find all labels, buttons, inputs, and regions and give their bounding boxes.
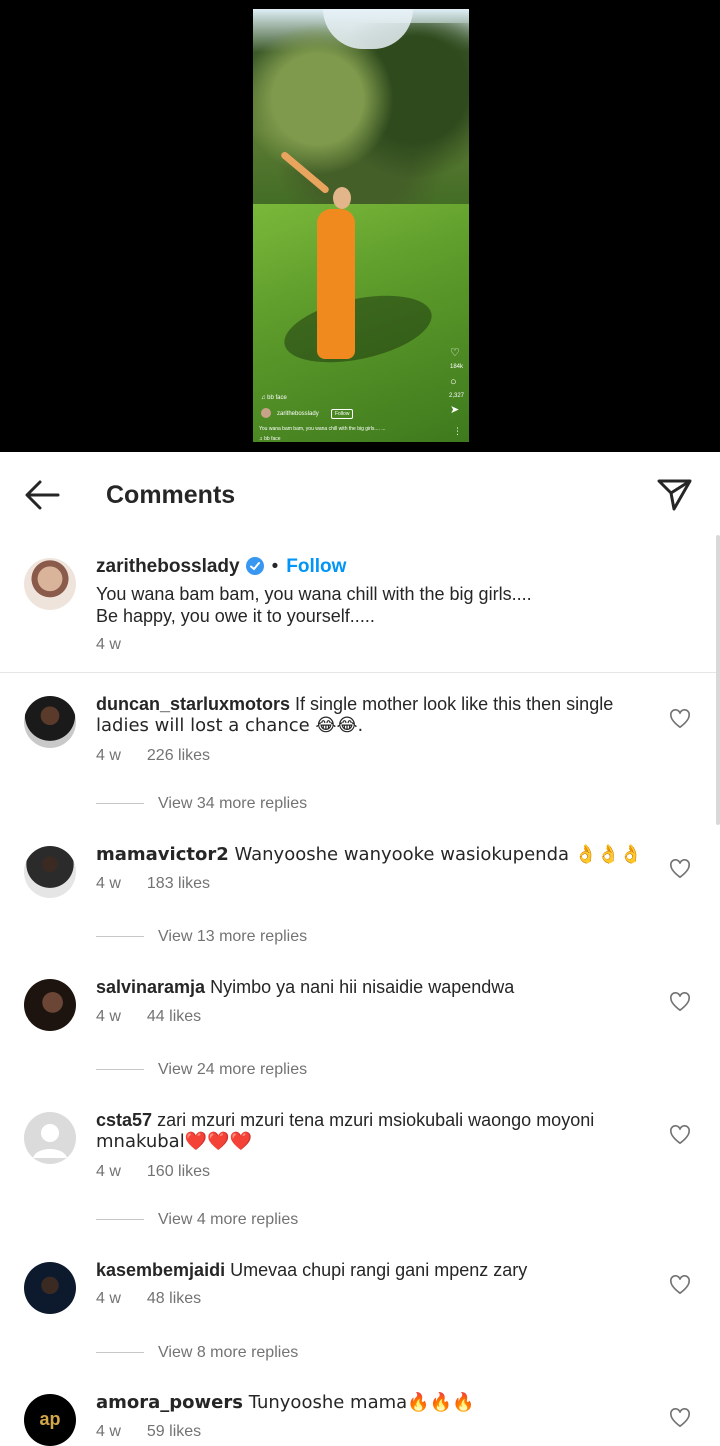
comment-text: csta57 zari mzuri mzuri tena mzuri msiok… bbox=[96, 1109, 594, 1131]
comment-text: salvinaramja Nyimbo ya nani hii nisaidie… bbox=[96, 976, 514, 998]
svg-text:ap: ap bbox=[39, 1409, 60, 1429]
comment-text-line-2: mnakubal❤️❤️❤️ bbox=[96, 1131, 252, 1152]
replies-label[interactable]: View 8 more replies bbox=[158, 1344, 298, 1361]
comment-likes[interactable]: 48 likes bbox=[147, 1290, 201, 1307]
comment-likes[interactable]: 59 likes bbox=[147, 1423, 201, 1440]
video-like-icon[interactable]: ♡ bbox=[450, 348, 460, 359]
video-audio-bottom: ♫ bb face bbox=[259, 436, 281, 442]
comment-text: duncan_starluxmotors If single mother lo… bbox=[96, 693, 613, 715]
comment-body: zari mzuri mzuri tena mzuri msiokubali w… bbox=[152, 1110, 595, 1130]
video-avatar[interactable] bbox=[261, 408, 271, 418]
comment-body: Wanyooshe wanyooke wasiokupenda 👌👌👌 bbox=[228, 844, 642, 865]
avatar[interactable] bbox=[24, 1112, 76, 1164]
comment-username[interactable]: salvinaramja bbox=[96, 977, 205, 997]
caption-username[interactable]: zarithebosslady bbox=[96, 556, 240, 577]
replies-label[interactable]: View 4 more replies bbox=[158, 1211, 298, 1228]
comment-meta: 4 w 48 likes bbox=[96, 1290, 201, 1308]
avatar[interactable] bbox=[24, 979, 76, 1031]
caption-line-2: Be happy, you owe it to yourself..... bbox=[96, 606, 375, 626]
follow-button[interactable]: Follow bbox=[286, 556, 346, 577]
caption-dot: • bbox=[271, 556, 279, 577]
video-dancer bbox=[279, 150, 375, 369]
replies-line bbox=[96, 936, 144, 938]
comment-likes[interactable]: 44 likes bbox=[147, 1008, 201, 1025]
video-follow-button[interactable]: Follow bbox=[331, 409, 354, 419]
comment-meta: 4 w 44 likes bbox=[96, 1008, 201, 1026]
replies-label[interactable]: View 34 more replies bbox=[158, 795, 307, 812]
replies-line bbox=[96, 803, 144, 805]
share-send-icon[interactable] bbox=[654, 474, 694, 514]
video-more-icon[interactable]: ⋮ bbox=[453, 427, 462, 436]
comment-body: Nyimbo ya nani hii nisaidie wapendwa bbox=[205, 977, 515, 997]
heart-icon[interactable] bbox=[669, 1408, 691, 1428]
comment-meta: 4 w 226 likes bbox=[96, 747, 210, 765]
comment-meta: 4 w 160 likes bbox=[96, 1163, 210, 1181]
replies-line bbox=[96, 1069, 144, 1071]
comment-time: 4 w bbox=[96, 1290, 121, 1307]
video-like-count: 184k bbox=[450, 364, 464, 370]
comment-text: mamavictor2 Wanyooshe wanyooke wasiokupe… bbox=[96, 844, 642, 866]
comment-text: kasembemjaidi Umevaa chupi rangi gani mp… bbox=[96, 1259, 527, 1281]
avatar[interactable] bbox=[24, 696, 76, 748]
replies-label[interactable]: View 13 more replies bbox=[158, 928, 307, 945]
comment-username[interactable]: kasembemjaidi bbox=[96, 1260, 225, 1280]
replies-line bbox=[96, 1219, 144, 1221]
back-arrow-icon[interactable] bbox=[22, 477, 62, 513]
view-replies-link[interactable]: View 24 more replies bbox=[96, 1061, 307, 1079]
comment-username[interactable]: csta57 bbox=[96, 1110, 152, 1130]
heart-icon[interactable] bbox=[669, 992, 691, 1012]
video-comment-count: 2,327 bbox=[449, 393, 465, 399]
heart-icon[interactable] bbox=[669, 1275, 691, 1295]
comment-meta: 4 w 183 likes bbox=[96, 875, 210, 893]
comment-time: 4 w bbox=[96, 1423, 121, 1440]
default-avatar-icon bbox=[33, 1124, 67, 1158]
heart-icon[interactable] bbox=[669, 1125, 691, 1145]
reel-video[interactable]: ♡ 184k ○ 2,327 ➤ ⋮ ♫ bb face zaritheboss… bbox=[253, 9, 469, 442]
comment-time: 4 w bbox=[96, 875, 121, 892]
video-caption: You wana bam bam, you wana chill with th… bbox=[259, 426, 386, 432]
page-title: Comments bbox=[106, 481, 236, 509]
comment-time: 4 w bbox=[96, 747, 121, 764]
replies-label[interactable]: View 24 more replies bbox=[158, 1061, 307, 1078]
comment-likes[interactable]: 160 likes bbox=[147, 1163, 210, 1180]
comment-body: Umevaa chupi rangi gani mpenz zary bbox=[225, 1260, 528, 1280]
caption-time: 4 w bbox=[96, 636, 121, 653]
video-username[interactable]: zarithebosslady bbox=[277, 411, 319, 417]
view-replies-link[interactable]: View 13 more replies bbox=[96, 928, 307, 946]
caption-avatar[interactable] bbox=[24, 558, 76, 610]
replies-line bbox=[96, 1352, 144, 1354]
comment-likes[interactable]: 226 likes bbox=[147, 747, 210, 764]
divider bbox=[0, 672, 720, 673]
caption-header: zarithebosslady • Follow bbox=[96, 556, 346, 578]
avatar[interactable] bbox=[24, 846, 76, 898]
amora-logo-icon: ap bbox=[39, 1409, 60, 1429]
comment-likes[interactable]: 183 likes bbox=[147, 875, 210, 892]
view-replies-link[interactable]: View 34 more replies bbox=[96, 795, 307, 813]
comment-time: 4 w bbox=[96, 1008, 121, 1025]
view-replies-link[interactable]: View 4 more replies bbox=[96, 1211, 298, 1229]
comment-body: Tunyooshe mama🔥🔥🔥 bbox=[242, 1392, 475, 1413]
heart-icon[interactable] bbox=[669, 709, 691, 729]
comment-username[interactable]: mamavictor2 bbox=[96, 844, 229, 865]
scrollbar[interactable] bbox=[716, 535, 720, 825]
video-comment-icon[interactable]: ○ bbox=[450, 377, 457, 388]
caption-line-1: You wana bam bam, you wana chill with th… bbox=[96, 584, 532, 604]
comment-username[interactable]: amora_powers bbox=[96, 1392, 243, 1413]
avatar[interactable] bbox=[24, 1262, 76, 1314]
comment-text: amora_powers Tunyooshe mama🔥🔥🔥 bbox=[96, 1392, 474, 1414]
comment-username[interactable]: duncan_starluxmotors bbox=[96, 694, 290, 714]
view-replies-link[interactable]: View 8 more replies bbox=[96, 1344, 298, 1362]
video-player-area[interactable]: ♡ 184k ○ 2,327 ➤ ⋮ ♫ bb face zaritheboss… bbox=[0, 0, 720, 452]
verified-badge-icon bbox=[245, 557, 264, 575]
comment-meta: 4 w 59 likes bbox=[96, 1423, 201, 1441]
video-audio-label: ♫ bb face bbox=[261, 395, 287, 401]
comment-text-line-2: ladies will lost a chance 😂😂. bbox=[96, 715, 364, 736]
comment-time: 4 w bbox=[96, 1163, 121, 1180]
video-share-icon[interactable]: ➤ bbox=[450, 405, 459, 416]
heart-icon[interactable] bbox=[669, 859, 691, 879]
comment-body: If single mother look like this then sin… bbox=[290, 694, 614, 714]
avatar[interactable]: ap bbox=[24, 1394, 76, 1446]
